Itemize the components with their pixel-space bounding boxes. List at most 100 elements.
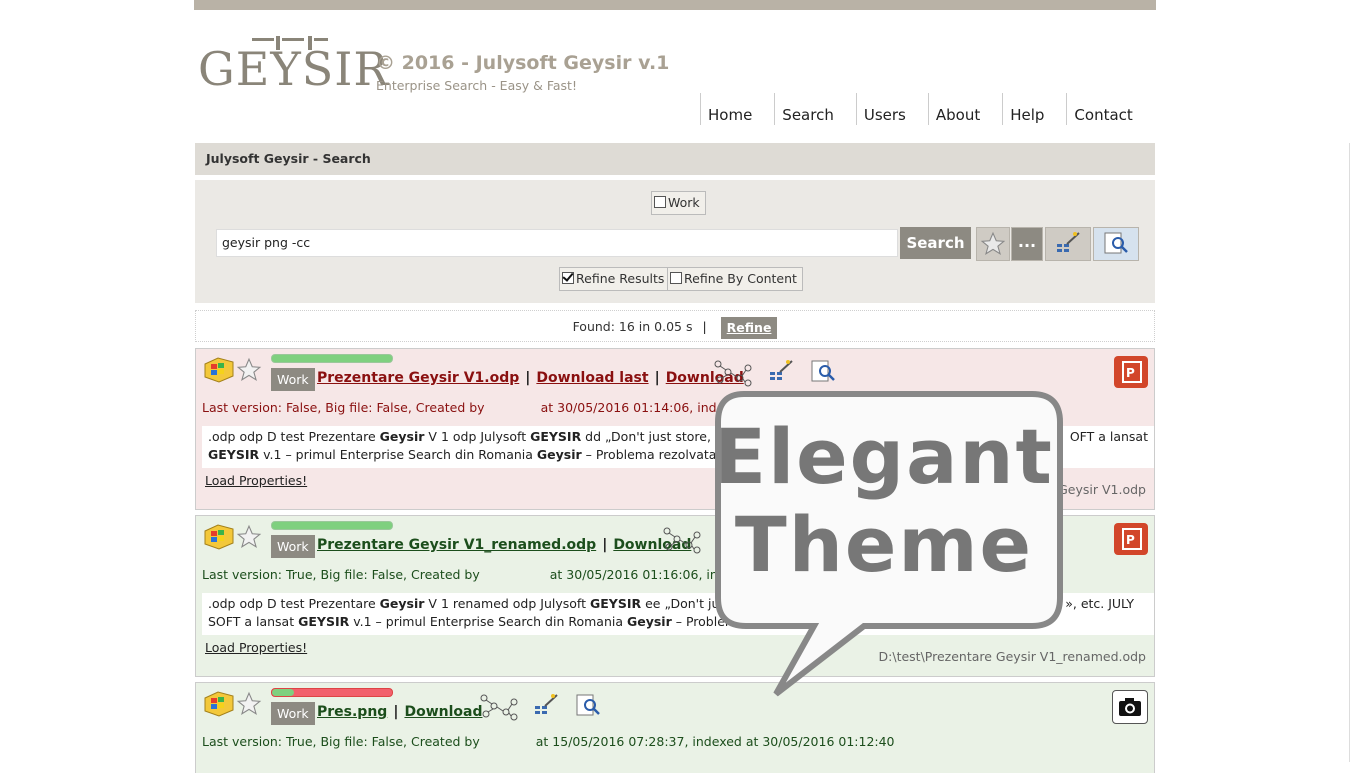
powerpoint-file-icon[interactable]: P [1114, 523, 1148, 555]
relevance-bar [271, 354, 393, 363]
snippet-highlight: Geysir [379, 429, 425, 444]
top-accent-bar [194, 0, 1156, 10]
favorite-star-icon[interactable] [236, 357, 262, 383]
main-nav: Home Search Users About Help Contact [700, 93, 1153, 125]
magic-wand-icon[interactable] [766, 357, 796, 385]
separator: | [525, 370, 531, 386]
results-count: Found: 16 in 0.05 s [572, 319, 693, 334]
nav-users[interactable]: Users [855, 93, 928, 125]
relevance-bar-fill [272, 689, 294, 696]
work-scope-checkbox[interactable]: Work [651, 191, 706, 215]
load-properties-link[interactable]: Load Properties! [205, 640, 307, 655]
checkbox-box[interactable] [654, 196, 666, 208]
snippet-text: », etc. JULY [1065, 596, 1134, 611]
result-title-line: Prezentare Geysir V1.odp | Download last | D… [317, 370, 744, 386]
relevance-bar [271, 688, 393, 697]
download-last-link[interactable]: Download last [536, 370, 648, 386]
star-icon [980, 231, 1006, 255]
preview-search-button[interactable] [1093, 227, 1139, 261]
refine-button[interactable]: Refine [720, 316, 778, 339]
nav-contact[interactable]: Contact [1066, 93, 1152, 125]
network-graph-icon[interactable] [661, 525, 703, 555]
powerpoint-file-icon[interactable]: P [1114, 356, 1148, 388]
refine-results-checkbox[interactable]: Refine Results [559, 267, 671, 291]
callout-line-2: Theme [734, 500, 1034, 589]
search-panel: Work geysir png -cc Search ... Refine Re… [195, 180, 1155, 303]
document-search-icon[interactable] [808, 357, 838, 385]
snippet-text: .odp odp D test Prezentare [208, 429, 380, 444]
search-input[interactable]: geysir png -cc [216, 229, 898, 257]
result-title-link[interactable]: Prezentare Geysir V1.odp [317, 370, 519, 386]
refine-content-label: Refine By Content [684, 271, 797, 286]
snippet-text: SOFT a lansat [208, 614, 299, 629]
favorite-star-icon[interactable] [236, 691, 262, 717]
relevance-bar [271, 521, 393, 530]
brand-title: © 2016 - Julysoft Geysir v.1 [376, 52, 670, 74]
meta-created: Last version: False, Big file: False, Cr… [202, 400, 485, 415]
meta-created: Last version: True, Big file: False, Cre… [202, 567, 480, 582]
work-badge: Work [271, 368, 315, 391]
callout-line-1: Elegant [714, 412, 1054, 501]
snippet-highlight: Geysir [536, 447, 582, 462]
result-title-line: Prezentare Geysir V1_renamed.odp | Downloa… [317, 537, 691, 553]
windows-folder-icon[interactable] [202, 688, 236, 718]
logo-text: GEYSIR [198, 42, 390, 96]
snippet-text: V 1 renamed odp Julysoft [424, 596, 590, 611]
snippet-text: V 1 odp Julysoft [424, 429, 531, 444]
document-search-icon [1104, 232, 1128, 254]
favorite-button[interactable] [976, 227, 1010, 261]
document-search-icon[interactable] [573, 691, 603, 719]
relevance-bar-fill [272, 522, 392, 529]
checkbox-box-checked[interactable] [562, 272, 574, 284]
favorite-star-icon[interactable] [236, 524, 262, 550]
magic-wand-icon[interactable] [531, 691, 561, 719]
camera-file-icon[interactable] [1112, 690, 1148, 724]
magic-wand-icon [1057, 232, 1080, 252]
network-graph-icon[interactable] [712, 358, 754, 388]
breadcrumb: Julysoft Geysir - Search [195, 143, 1155, 175]
more-options-button[interactable]: ... [1011, 227, 1043, 261]
refine-by-content-checkbox[interactable]: Refine By Content [667, 267, 803, 291]
snippet-highlight: Geysir [379, 596, 425, 611]
windows-folder-icon[interactable] [202, 354, 236, 384]
work-scope-label: Work [668, 195, 700, 210]
svg-text:P: P [1126, 533, 1135, 547]
elegant-theme-callout: Elegant Theme [714, 388, 1066, 698]
results-summary: Found: 16 in 0.05 s | Refine [195, 310, 1155, 342]
nav-about[interactable]: About [927, 93, 1002, 125]
work-badge: Work [271, 702, 315, 725]
file-path: Geysir V1.odp [1058, 482, 1146, 497]
snippet-highlight: GEYSIR [208, 447, 260, 462]
separator: | [602, 537, 608, 553]
meta-created: Last version: True, Big file: False, Cre… [202, 734, 480, 749]
work-badge: Work [271, 535, 315, 558]
separator: | [702, 319, 707, 334]
result-title-link[interactable]: Prezentare Geysir V1_renamed.odp [317, 537, 596, 553]
download-link[interactable]: Download [404, 704, 482, 720]
advanced-search-button[interactable] [1045, 227, 1091, 261]
result-meta: Last version: False, Big file: False, Cr… [202, 400, 763, 415]
nav-help[interactable]: Help [1002, 93, 1066, 125]
snippet-text: v.1 – primul Enterprise Search din Roman… [349, 614, 627, 629]
snippet-text: .odp odp D test Prezentare [208, 596, 380, 611]
nav-search[interactable]: Search [774, 93, 856, 125]
result-title-line: Pres.png | Download [317, 704, 482, 720]
separator: | [393, 704, 399, 720]
checkbox-box[interactable] [670, 272, 682, 284]
snippet-highlight: GEYSIR [530, 429, 582, 444]
separator: | [654, 370, 660, 386]
snippet-text: OFT a lansat [1069, 429, 1148, 444]
snippet-highlight: Geysir [626, 614, 672, 629]
result-meta: Last version: True, Big file: False, Cre… [202, 734, 895, 749]
result-title-link[interactable]: Pres.png [317, 704, 387, 720]
windows-folder-icon[interactable] [202, 521, 236, 551]
geysir-logo[interactable]: GEYSIR [198, 34, 388, 98]
load-properties-link[interactable]: Load Properties! [205, 473, 307, 488]
network-graph-icon[interactable] [478, 692, 520, 722]
brand-subtitle: Enterprise Search - Easy & Fast! [376, 78, 577, 93]
nav-home[interactable]: Home [700, 93, 774, 125]
meta-dates: at 15/05/2016 07:28:37, indexed at 30/05… [535, 734, 895, 749]
result-meta: Last version: True, Big file: False, Cre… [202, 567, 767, 582]
snippet-highlight: GEYSIR [298, 614, 350, 629]
search-button[interactable]: Search [900, 227, 971, 259]
